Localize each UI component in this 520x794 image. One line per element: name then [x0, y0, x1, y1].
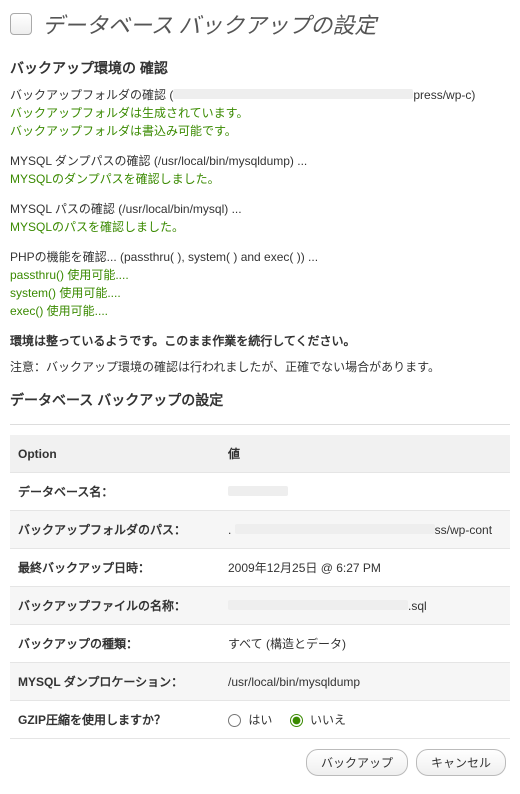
- env-php-label: PHPの機能を確認... (passthru( ), system( ) and…: [10, 248, 510, 266]
- env-php-ok1: passthru() 使用可能....: [10, 266, 510, 284]
- gzip-no-label[interactable]: いいえ: [290, 713, 346, 727]
- backup-button[interactable]: バックアップ: [306, 749, 408, 776]
- env-mysqldump-ok: MYSQLのダンプパスを確認しました。: [10, 170, 510, 188]
- value-gzip: はい いいえ: [220, 701, 510, 739]
- env-status: バックアップフォルダの確認 ( press/wp-c) バックアップフォルダは生成…: [10, 86, 510, 376]
- label-last-backup: 最終バックアップ日時：: [10, 549, 220, 587]
- env-ready: 環境は整っているようです。このまま作業を続行してください。: [10, 332, 510, 350]
- gzip-yes-text: はい: [248, 713, 272, 727]
- row-mysqldump-location: MYSQL ダンプロケーション： /usr/local/bin/mysqldum…: [10, 663, 510, 701]
- table-header-row: Option 値: [10, 435, 510, 473]
- col-value: 値: [220, 435, 510, 473]
- env-php-ok3: exec() 使用可能....: [10, 302, 510, 320]
- page-title: データベース バックアップの設定: [42, 8, 376, 40]
- label-mysqldump-location: MYSQL ダンプロケーション：: [10, 663, 220, 701]
- settings-heading: データベース バックアップの設定: [10, 390, 510, 410]
- gzip-yes-radio[interactable]: [228, 714, 241, 727]
- col-option: Option: [10, 435, 220, 473]
- env-folder-label-close: ): [471, 88, 475, 102]
- gzip-yes-label[interactable]: はい: [228, 713, 276, 727]
- env-folder-label: バックアップフォルダの確認 ( press/wp-c): [10, 86, 510, 104]
- redacted-backup-filename: [228, 600, 408, 610]
- page-title-row: データベース バックアップの設定: [10, 8, 510, 40]
- settings-table: Option 値 データベース名： バックアップフォルダのパス： . ss/wp…: [10, 435, 510, 739]
- env-mysql-ok: MYSQLのパスを確認しました。: [10, 218, 510, 236]
- env-folder-block: バックアップフォルダの確認 ( press/wp-c) バックアップフォルダは生成…: [10, 86, 510, 140]
- env-folder-label-prefix: バックアップフォルダの確認 (: [10, 88, 173, 102]
- env-folder-path-suffix: press/wp-c: [413, 88, 471, 102]
- gzip-no-radio[interactable]: [290, 714, 303, 727]
- row-gzip: GZIP圧縮を使用しますか？ はい いいえ: [10, 701, 510, 739]
- env-php-block: PHPの機能を確認... (passthru( ), system( ) and…: [10, 248, 510, 320]
- env-php-ok2: system() 使用可能....: [10, 284, 510, 302]
- env-check-heading: バックアップ環境の 確認: [10, 58, 510, 78]
- row-db-name: データベース名：: [10, 473, 510, 511]
- value-backup-folder: . ss/wp-cont: [220, 511, 510, 549]
- database-icon: [10, 13, 32, 35]
- env-folder-ok1: バックアップフォルダは生成されています。: [10, 104, 510, 122]
- value-backup-type: すべて (構造とデータ): [220, 625, 510, 663]
- value-last-backup: 2009年12月25日 @ 6:27 PM: [220, 549, 510, 587]
- backup-folder-suffix: ss/wp-cont: [435, 523, 492, 537]
- label-db-name: データベース名：: [10, 473, 220, 511]
- redacted-backup-folder: [235, 524, 435, 534]
- backup-filename-suffix: .sql: [408, 599, 427, 613]
- label-backup-folder: バックアップフォルダのパス：: [10, 511, 220, 549]
- row-last-backup: 最終バックアップ日時： 2009年12月25日 @ 6:27 PM: [10, 549, 510, 587]
- env-mysqldump-block: MYSQL ダンプパスの確認 (/usr/local/bin/mysqldump…: [10, 152, 510, 188]
- gzip-no-text: いいえ: [310, 713, 346, 727]
- redacted-db-name: [228, 486, 288, 496]
- label-gzip: GZIP圧縮を使用しますか？: [10, 701, 220, 739]
- value-mysqldump-location: /usr/local/bin/mysqldump: [220, 663, 510, 701]
- env-mysql-label: MYSQL パスの確認 (/usr/local/bin/mysql) ...: [10, 200, 510, 218]
- value-backup-filename: .sql: [220, 587, 510, 625]
- label-backup-filename: バックアップファイルの名称：: [10, 587, 220, 625]
- row-backup-type: バックアップの種類： すべて (構造とデータ): [10, 625, 510, 663]
- label-backup-type: バックアップの種類：: [10, 625, 220, 663]
- button-row: バックアップ キャンセル: [10, 739, 510, 786]
- row-backup-folder: バックアップフォルダのパス： . ss/wp-cont: [10, 511, 510, 549]
- row-backup-filename: バックアップファイルの名称： .sql: [10, 587, 510, 625]
- value-db-name: [220, 473, 510, 511]
- env-note: 注意：バックアップ環境の確認は行われましたが、正確でない場合があります。: [10, 358, 510, 376]
- cancel-button[interactable]: キャンセル: [416, 749, 506, 776]
- section-separator: [10, 424, 510, 425]
- env-mysqldump-label: MYSQL ダンプパスの確認 (/usr/local/bin/mysqldump…: [10, 152, 510, 170]
- env-folder-ok2: バックアップフォルダは書込み可能です。: [10, 122, 510, 140]
- redacted-path: [173, 89, 413, 99]
- env-mysql-block: MYSQL パスの確認 (/usr/local/bin/mysql) ... M…: [10, 200, 510, 236]
